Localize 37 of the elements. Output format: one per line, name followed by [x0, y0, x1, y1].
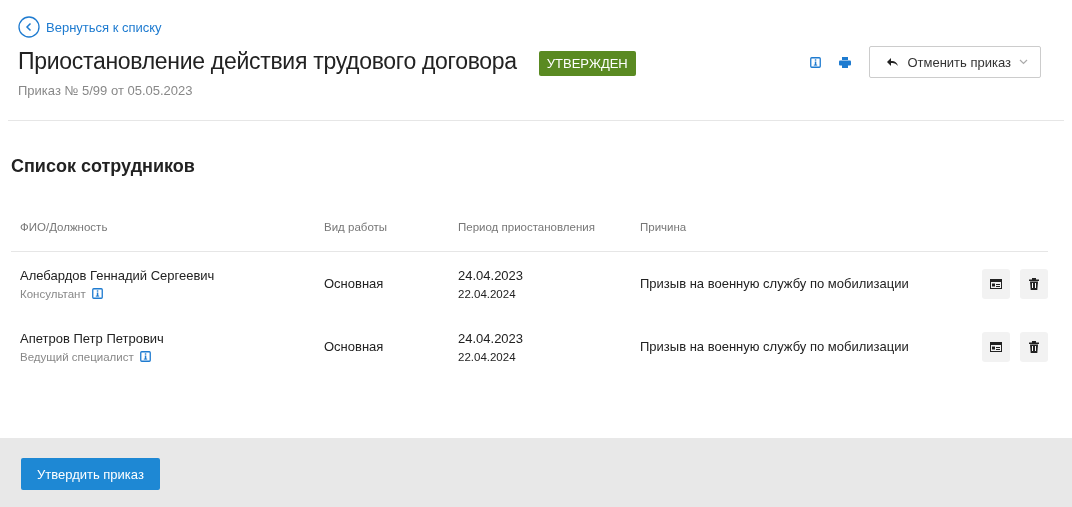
period-start: 24.04.2023: [458, 330, 525, 346]
status-badge: УТВЕРЖДЕН: [538, 51, 636, 76]
info-icon[interactable]: [139, 351, 151, 362]
column-header: Вид работы: [324, 221, 389, 233]
trash-icon: [1029, 340, 1039, 353]
employee-position: Консультант: [20, 287, 86, 300]
column-header: Период приостановления: [458, 221, 596, 233]
order-number: Приказ № 5/99 от 05.05.2023: [18, 83, 194, 98]
caret-icon: [1019, 59, 1028, 65]
page-title: Приостановление действия трудового договора: [18, 48, 517, 75]
reason: Призыв на военную службу по мобилизации: [640, 276, 910, 291]
card-button[interactable]: [982, 331, 1010, 362]
employee-position: Ведущий специалист: [20, 350, 134, 363]
employee-name: Апетров Петр Петрович: [20, 330, 165, 346]
trash-icon: [1029, 277, 1039, 290]
undo-icon: [887, 57, 900, 67]
approve-order-button[interactable]: Утвердить приказ: [21, 458, 160, 490]
cancel-order-button[interactable]: Отменить приказ: [869, 46, 1041, 78]
column-header: Причина: [640, 221, 688, 233]
card-button[interactable]: [982, 268, 1010, 299]
info-icon[interactable]: [91, 288, 103, 299]
info-icon[interactable]: [810, 56, 822, 68]
work-type: Основная: [324, 276, 385, 291]
id-card-icon: [990, 341, 1002, 352]
employee-name: Алебардов Геннадий Сергеевич: [20, 267, 216, 283]
print-icon[interactable]: [839, 56, 852, 68]
period-end: 22.04.2024: [458, 350, 517, 363]
work-type: Основная: [324, 339, 385, 354]
delete-button[interactable]: [1020, 268, 1048, 299]
column-header: ФИО/Должность: [20, 221, 109, 233]
period-end: 22.04.2024: [458, 287, 517, 300]
id-card-icon: [990, 278, 1002, 289]
reason: Призыв на военную службу по мобилизации: [640, 339, 910, 354]
period-start: 24.04.2023: [458, 267, 525, 283]
section-title: Список сотрудников: [11, 156, 196, 177]
delete-button[interactable]: [1020, 331, 1048, 362]
back-link[interactable]: Вернуться к списку: [18, 16, 162, 38]
